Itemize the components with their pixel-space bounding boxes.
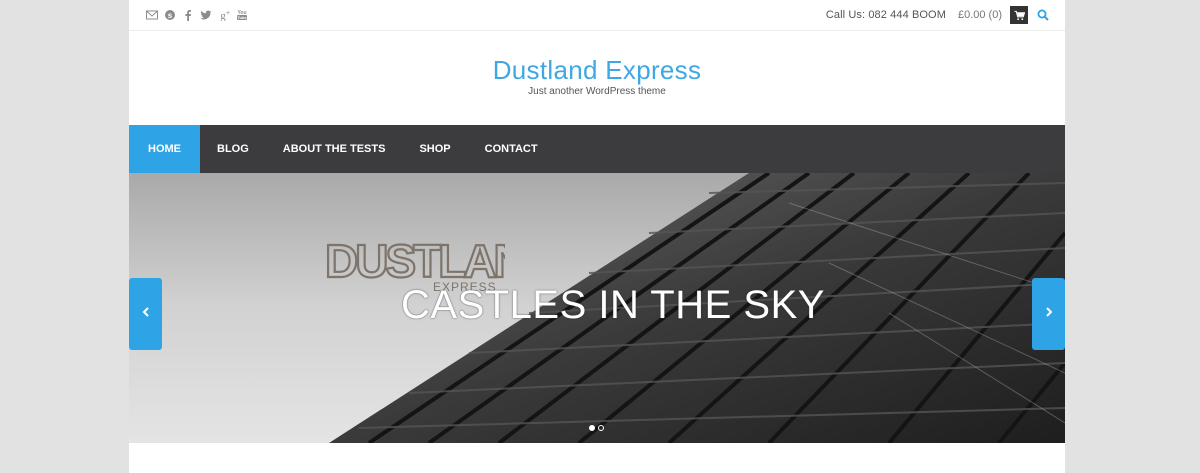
email-icon[interactable] [146,8,158,21]
cart-icon[interactable] [1010,6,1028,24]
chevron-left-icon [141,305,151,323]
slider-dot-1[interactable] [589,425,595,431]
slider-prev-button[interactable] [129,278,162,350]
top-right-group: Call Us: 082 444 BOOM £0.00 (0) [826,6,1049,24]
slide-title: CASTLES IN THE SKY [401,283,825,327]
top-bar: s g + You Tube Call Us: 082 444 BOOM £0.00… [129,0,1065,31]
nav-item-blog[interactable]: BLOG [200,125,266,173]
call-us-text: Call Us: 082 444 BOOM [825,9,946,21]
slider-pagination [589,425,604,431]
slider-dot-2[interactable] [598,425,604,431]
cart-total[interactable]: £0.00 (0) [958,9,1002,21]
svg-text:s: s [168,11,173,20]
site-title[interactable]: Dustland Express [129,55,1065,86]
nav-item-contact[interactable]: CONTACT [468,125,555,173]
nav-item-about-the-tests[interactable]: ABOUT THE TESTS [266,125,403,173]
main-nav: HOME BLOG ABOUT THE TESTS SHOP CONTACT [129,125,1065,173]
hero-slider: DUSTLAND EXPRESS CASTLES IN THE SKY [129,173,1065,443]
svg-text:Tube: Tube [237,15,247,20]
svg-text:+: + [226,10,230,17]
search-icon[interactable] [1037,9,1049,21]
facebook-icon[interactable] [182,8,194,21]
social-links: s g + You Tube [146,8,248,21]
skype-icon[interactable]: s [164,8,176,21]
chevron-right-icon [1044,305,1054,323]
nav-item-home[interactable]: HOME [129,125,200,173]
twitter-icon[interactable] [200,8,212,21]
page: s g + You Tube Call Us: 082 444 BOOM £0.00… [129,0,1065,473]
youtube-icon[interactable]: You Tube [236,8,248,21]
google-plus-icon[interactable]: g + [218,8,230,21]
site-tagline: Just another WordPress theme [528,86,666,97]
slider-next-button[interactable] [1032,278,1065,350]
nav-item-shop[interactable]: SHOP [402,125,467,173]
